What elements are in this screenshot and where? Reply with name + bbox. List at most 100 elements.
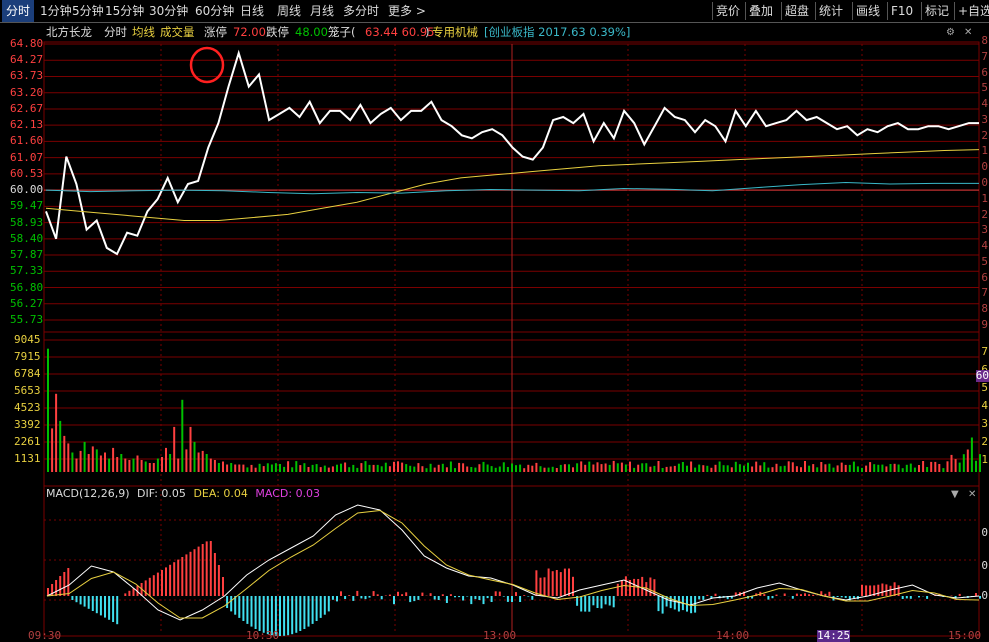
macd-bar — [230, 596, 232, 611]
macd-bar — [763, 594, 765, 596]
volume-bar — [820, 462, 822, 472]
price-tick: 57.87 — [10, 249, 43, 261]
volume-bar — [242, 465, 244, 472]
volume-bar — [963, 454, 965, 472]
macd-bar — [462, 596, 464, 601]
macd-bar — [320, 596, 322, 618]
volume-bar — [865, 466, 867, 472]
macd-bar — [88, 596, 90, 609]
macd-bar — [316, 596, 318, 621]
macd-header: MACD(12,26,9) DIF: 0.05 DEA: 0.04 MACD: … — [46, 487, 324, 501]
volume-bar — [283, 467, 285, 472]
volume-bar — [796, 466, 798, 472]
macd-bar — [340, 591, 342, 596]
volume-bar — [483, 462, 485, 472]
volume-bar — [177, 459, 179, 473]
macd-bar — [527, 596, 529, 597]
volume-bar — [438, 465, 440, 472]
macd-bar — [808, 594, 810, 596]
macd-bar — [185, 554, 187, 596]
macd-bar — [365, 596, 367, 599]
macd-bar — [865, 585, 867, 596]
volume-bar — [670, 467, 672, 473]
volume-bar — [715, 465, 717, 472]
volume-bar — [784, 466, 786, 472]
volume-bar — [426, 468, 428, 472]
price-tick: 61.07 — [10, 152, 43, 164]
volume-right-tick: 5 — [981, 382, 988, 394]
macd-bar — [617, 584, 619, 596]
volume-bar — [552, 467, 554, 472]
macd-bar — [198, 547, 200, 596]
price-tick: 62.67 — [10, 103, 43, 115]
volume-bar — [503, 462, 505, 472]
dropdown-icon[interactable]: ▼ — [951, 489, 959, 500]
macd-bar — [438, 596, 440, 600]
macd-bar — [67, 568, 69, 596]
volume-bar — [279, 464, 281, 472]
volume-bar — [747, 463, 749, 472]
percent-tick: 3 — [981, 224, 988, 236]
macd-bar — [360, 596, 362, 598]
volume-bar — [853, 462, 855, 472]
macd-bar — [291, 596, 293, 634]
macd-bar — [397, 592, 399, 596]
macd-bar — [853, 596, 855, 598]
macd-bar — [161, 570, 163, 596]
volume-bar — [780, 466, 782, 472]
volume-bar — [682, 462, 684, 472]
macd-bar — [491, 596, 493, 602]
macd-bar — [165, 567, 167, 596]
volume-bar — [743, 466, 745, 472]
macd-bar — [890, 586, 892, 596]
volume-bar — [88, 454, 90, 472]
volume-bar — [332, 466, 334, 472]
volume-bar — [800, 467, 802, 472]
percent-tick: 0 — [981, 161, 988, 173]
macd-bar — [910, 596, 912, 599]
volume-bar — [478, 464, 480, 472]
time-tick: 14:00 — [716, 630, 749, 642]
macd-dif: DIF: 0.05 — [137, 487, 186, 500]
volume-bar — [234, 465, 236, 473]
macd-bar — [434, 596, 436, 600]
macd-bar — [918, 596, 920, 597]
price-tick: 59.47 — [10, 200, 43, 212]
volume-bar — [588, 462, 590, 472]
volume-bar — [458, 463, 460, 472]
volume-tick: 6784 — [14, 368, 41, 380]
macd-bar — [841, 596, 843, 597]
volume-bar — [51, 428, 53, 472]
macd-bar — [662, 596, 664, 614]
percent-tick: 8 — [981, 35, 988, 47]
macd-bar — [885, 584, 887, 596]
volume-bar — [308, 467, 310, 472]
macd-bar — [877, 585, 879, 596]
macd-bar — [609, 596, 611, 606]
macd-bar — [556, 570, 558, 596]
volume-bar — [417, 463, 419, 472]
percent-tick: 4 — [981, 98, 988, 110]
macd-bar — [279, 596, 281, 636]
macd-bar — [454, 596, 456, 597]
macd-bar — [845, 596, 847, 598]
macd-close-icon[interactable]: ✕ — [968, 489, 976, 500]
time-tick: 14:25 — [817, 630, 850, 642]
volume-bar — [890, 464, 892, 472]
volume-bar — [499, 467, 501, 473]
macd-bar — [133, 588, 135, 596]
macd-bar — [92, 596, 94, 611]
macd-bar — [96, 596, 98, 613]
percent-tick: 5 — [981, 256, 988, 268]
macd-bar — [312, 596, 314, 624]
intraday-chart[interactable] — [0, 0, 989, 638]
macd-bar — [259, 596, 261, 631]
volume-bar — [548, 468, 550, 472]
volume-bar — [812, 464, 814, 472]
volume-bar — [92, 446, 94, 472]
volume-bar — [63, 436, 65, 472]
macd-bar — [100, 596, 102, 615]
volume-bar — [527, 465, 529, 472]
macd-bar — [959, 594, 961, 596]
macd-bar — [487, 596, 489, 598]
